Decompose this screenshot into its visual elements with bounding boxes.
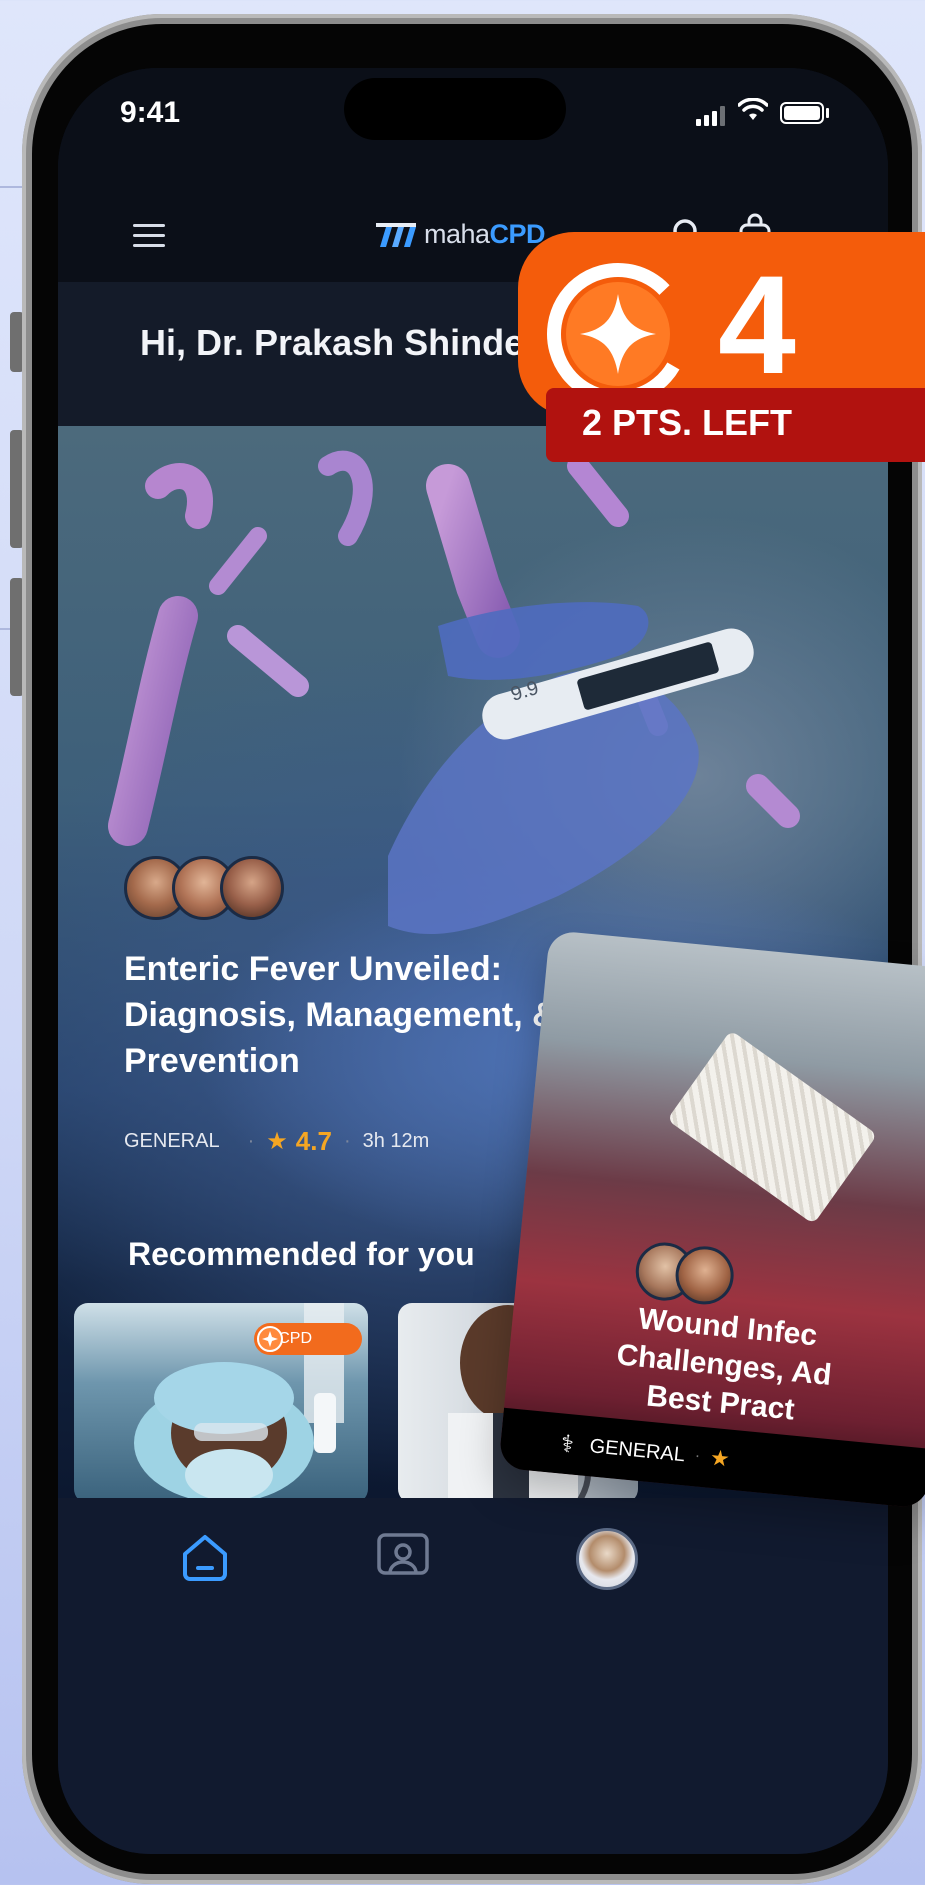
status-time: 9:41	[120, 96, 181, 129]
battery-tip	[826, 108, 829, 118]
home-icon[interactable]	[180, 1532, 230, 1582]
category-label: GENERAL	[124, 1130, 220, 1152]
separator-dot: ·	[343, 1130, 351, 1152]
points-value: 4	[718, 246, 796, 403]
points-left-banner: 2 PTS. LEFT	[546, 388, 925, 462]
lecture-icon[interactable]	[376, 1532, 430, 1582]
bottom-nav	[58, 1498, 888, 1854]
profile-icon[interactable]	[576, 1528, 638, 1590]
cpd-badge: +1CPD	[254, 1323, 362, 1355]
category-label: GENERAL	[588, 1434, 686, 1466]
featured-course-card[interactable]: Wound Infec Challenges, Ad Best Pract ⚕ …	[498, 930, 925, 1509]
sparkle-icon	[257, 1326, 283, 1352]
points-left-label: 2 PTS. LEFT	[582, 402, 793, 443]
avatar	[220, 856, 284, 920]
menu-icon[interactable]	[133, 224, 165, 248]
sparkle-icon	[547, 263, 689, 405]
hero-title: Enteric Fever Unveiled: Diagnosis, Manag…	[124, 950, 557, 1080]
hero-meta: GENERAL · ★ 4.7 · 3h 12m	[124, 1126, 429, 1157]
separator-dot: ·	[247, 1130, 255, 1152]
status-bar: 9:41	[58, 68, 888, 208]
card-illustration	[666, 1030, 878, 1225]
signal-icon	[696, 106, 730, 126]
battery-icon	[780, 102, 824, 124]
recommended-card[interactable]: +1CPD	[74, 1303, 368, 1498]
section-title-recommended: Recommended for you	[128, 1236, 475, 1272]
greeting-text: Hi, Dr. Prakash Shinde	[140, 322, 525, 363]
points-badge: 4 2 PTS. LEFT	[518, 232, 925, 462]
dynamic-island	[344, 78, 566, 140]
caduceus-icon: ⚕	[559, 1429, 576, 1459]
logo-mark-icon	[376, 223, 416, 247]
rating-value: 4.7	[295, 1126, 332, 1156]
separator-dot: ·	[694, 1447, 701, 1465]
star-icon: ★	[708, 1444, 731, 1472]
wifi-icon	[738, 98, 768, 120]
duration-label: 3h 12m	[362, 1130, 430, 1152]
star-icon: ★	[266, 1128, 288, 1155]
